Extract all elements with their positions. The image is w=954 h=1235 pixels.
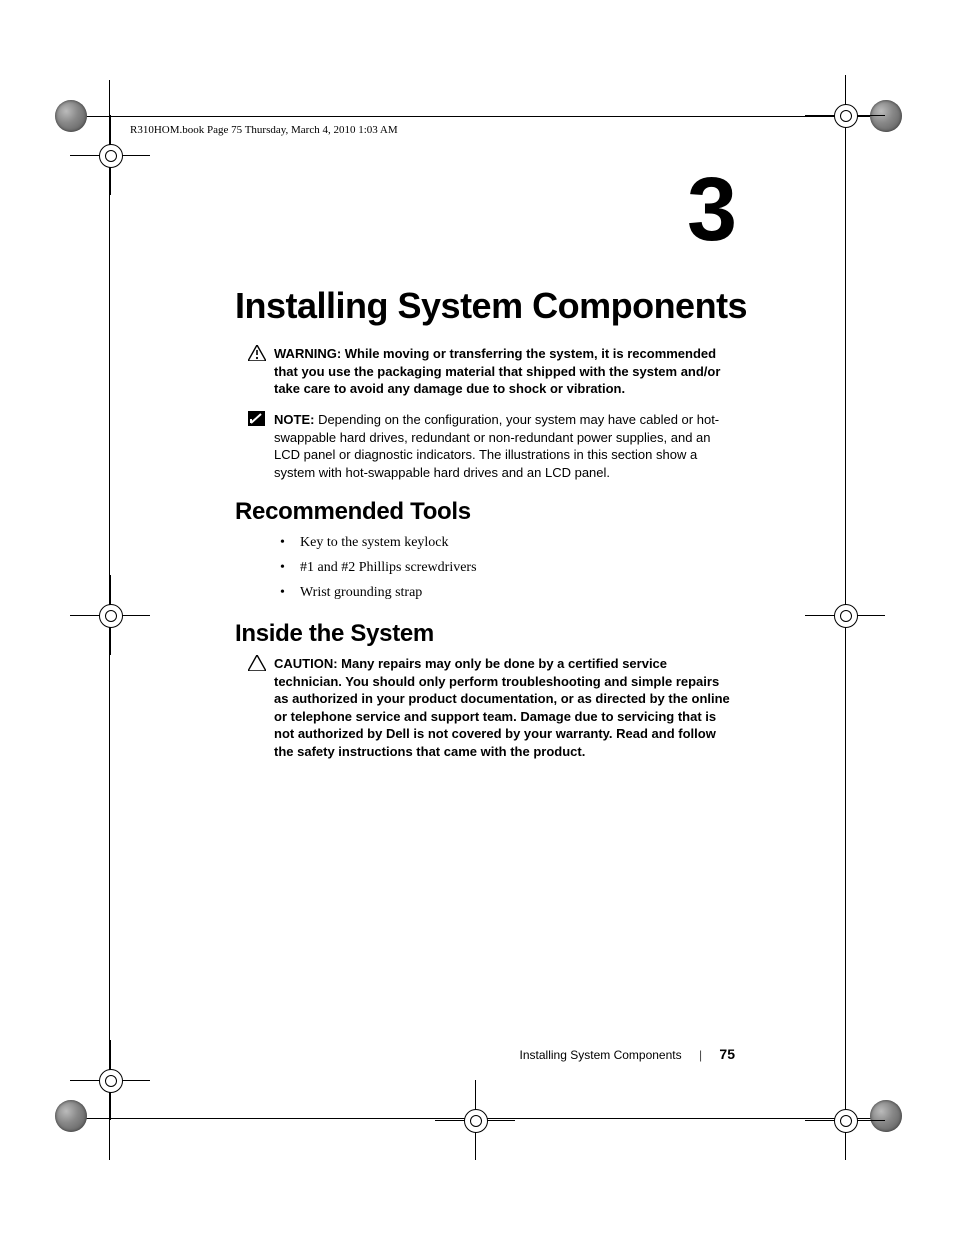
caution-text: CAUTION: Many repairs may only be done b… <box>273 654 733 761</box>
note-label: NOTE: <box>274 412 314 427</box>
book-header-line: R310HOM.book Page 75 Thursday, March 4, … <box>130 124 398 136</box>
registration-mark-icon <box>805 75 885 155</box>
page-footer: Installing System Components | 75 <box>235 1046 735 1062</box>
list-item: •Wrist grounding strap <box>280 580 730 605</box>
list-item: •Key to the system keylock <box>280 530 730 555</box>
warning-text: WARNING: While moving or transferring th… <box>273 344 733 399</box>
registration-mark-icon <box>70 1040 150 1120</box>
chapter-number: 3 <box>235 165 735 255</box>
list-item-text: Key to the system keylock <box>300 530 449 555</box>
tools-bullet-list: •Key to the system keylock •#1 and #2 Ph… <box>280 530 730 606</box>
registration-mark-icon <box>70 115 150 195</box>
bullet-icon: • <box>280 530 300 555</box>
bullet-icon: • <box>280 580 300 605</box>
registration-mark-icon <box>435 1080 515 1160</box>
caution-icon <box>248 655 270 671</box>
warning-icon <box>248 345 270 361</box>
warning-label: WARNING: <box>274 346 341 361</box>
section-heading-tools: Recommended Tools <box>235 498 471 526</box>
note-body: Depending on the configuration, your sys… <box>274 412 719 480</box>
caution-body: Many repairs may only be done by a certi… <box>274 656 730 759</box>
list-item: •#1 and #2 Phillips screwdrivers <box>280 555 730 580</box>
warning-body: While moving or transferring the system,… <box>274 346 720 396</box>
list-item-text: #1 and #2 Phillips screwdrivers <box>300 555 477 580</box>
note-icon <box>248 411 270 426</box>
note-text: NOTE: Depending on the configuration, yo… <box>273 410 733 482</box>
note-block: NOTE: Depending on the configuration, yo… <box>245 408 735 484</box>
caution-label: CAUTION: <box>274 656 338 671</box>
chapter-title: Installing System Components <box>235 285 747 327</box>
footer-title: Installing System Components <box>520 1048 682 1062</box>
caution-block: CAUTION: Many repairs may only be done b… <box>245 652 735 763</box>
footer-separator: | <box>685 1048 716 1062</box>
list-item-text: Wrist grounding strap <box>300 580 422 605</box>
warning-block: WARNING: While moving or transferring th… <box>245 342 735 401</box>
page-number: 75 <box>719 1046 735 1062</box>
bullet-icon: • <box>280 555 300 580</box>
registration-mark-icon <box>805 1080 885 1160</box>
registration-mark-icon <box>805 575 885 655</box>
registration-mark-icon <box>70 575 150 655</box>
crop-line <box>60 116 895 117</box>
section-heading-inside: Inside the System <box>235 620 434 648</box>
